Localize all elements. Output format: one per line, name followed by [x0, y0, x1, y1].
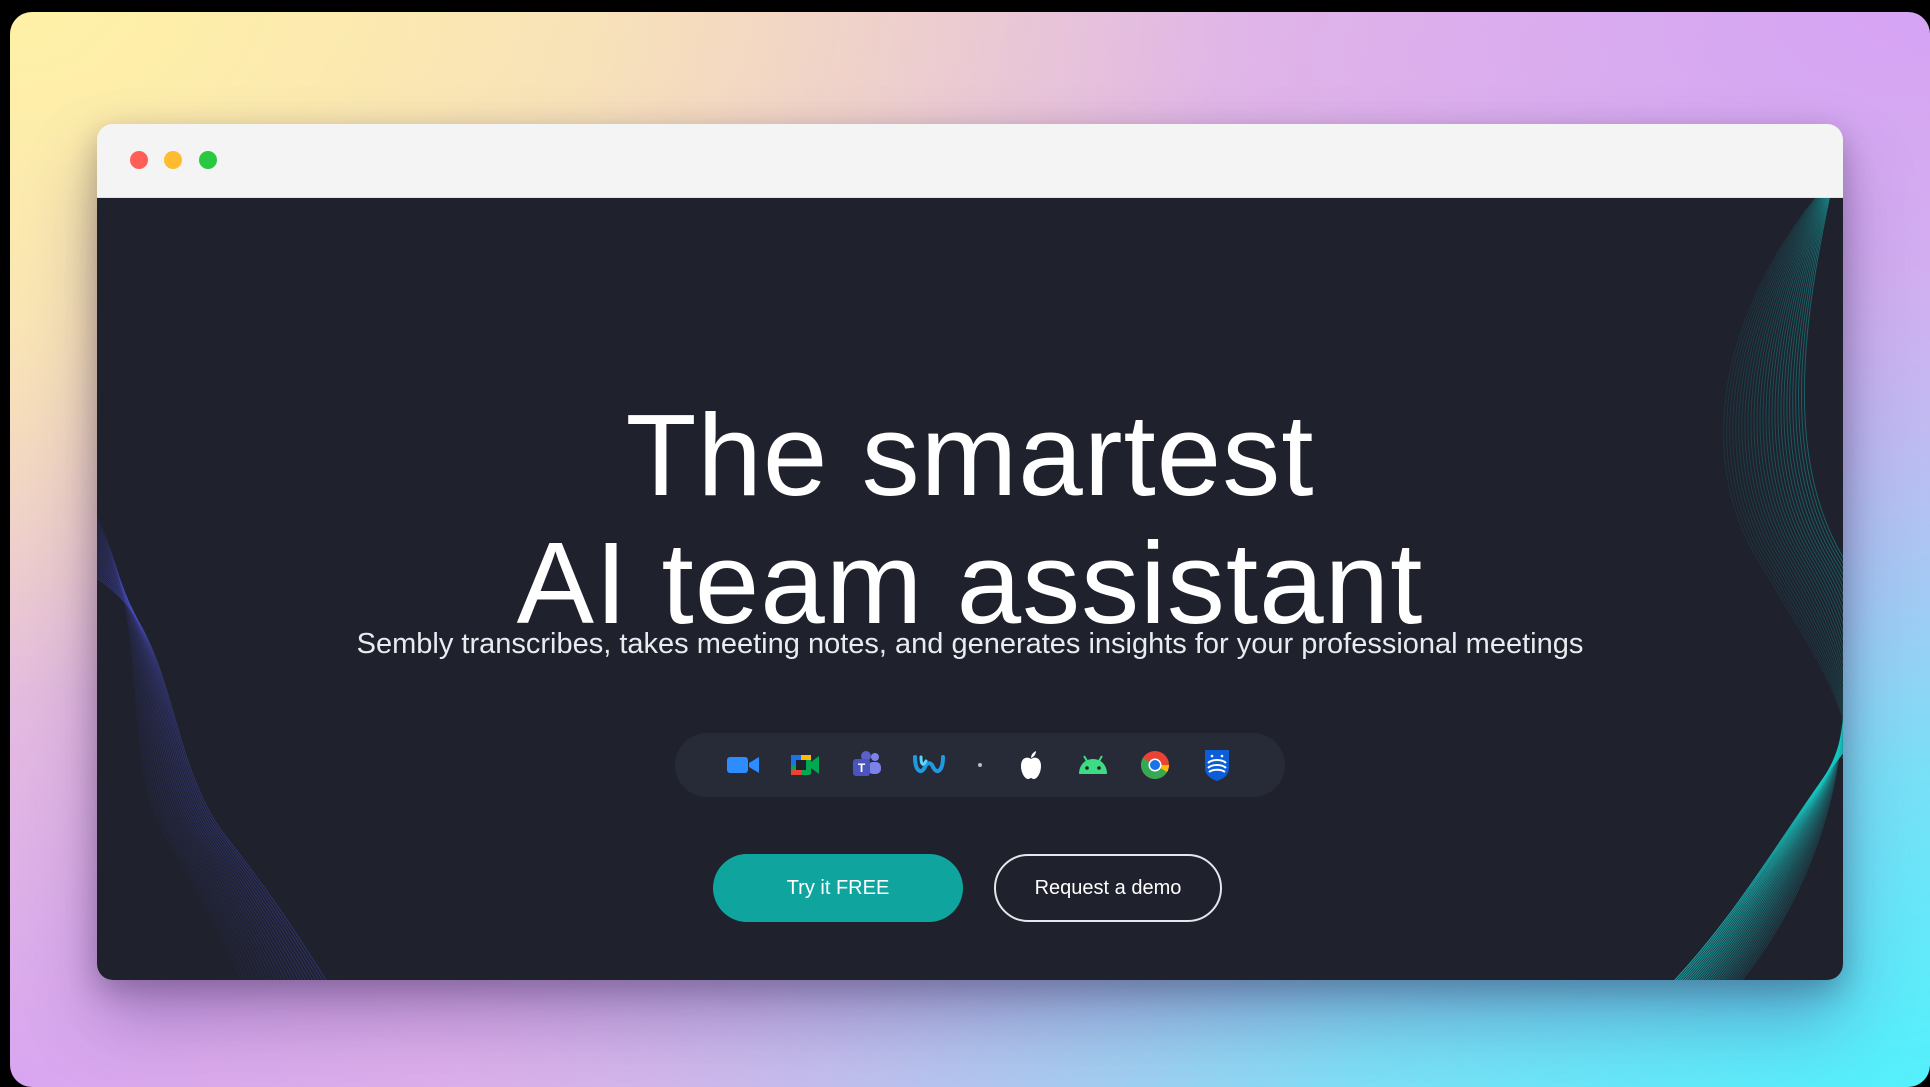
chrome-icon: [1136, 746, 1174, 784]
webex-icon: [910, 746, 948, 784]
integrations-separator: [978, 763, 982, 767]
request-demo-button[interactable]: Request a demo: [994, 854, 1222, 922]
integrations-bar: T: [675, 733, 1285, 797]
close-window-button[interactable]: [130, 151, 148, 169]
hero-section: The smartest AI team assistant Sembly tr…: [97, 198, 1843, 980]
hero-title-line1: The smartest: [625, 389, 1315, 520]
apple-icon: [1012, 746, 1050, 784]
svg-text:T: T: [858, 761, 866, 775]
wave-line-right-bottom: [1701, 738, 1843, 980]
zoom-icon: [724, 746, 762, 784]
window-titlebar: [97, 124, 1843, 198]
android-icon: [1074, 746, 1112, 784]
browser-window: The smartest AI team assistant Sembly tr…: [97, 124, 1843, 980]
try-it-free-button[interactable]: Try it FREE: [713, 854, 963, 922]
maximize-window-button[interactable]: [199, 151, 217, 169]
microsoft-teams-icon: T: [848, 746, 886, 784]
hero-subtitle: Sembly transcribes, takes meeting notes,…: [356, 628, 1584, 660]
hero-title: The smartest AI team assistant: [97, 391, 1843, 647]
minimize-window-button[interactable]: [164, 151, 182, 169]
google-meet-icon: [786, 746, 824, 784]
philips-icon: [1198, 746, 1236, 784]
wave-line-right-bottom: [1692, 742, 1843, 980]
